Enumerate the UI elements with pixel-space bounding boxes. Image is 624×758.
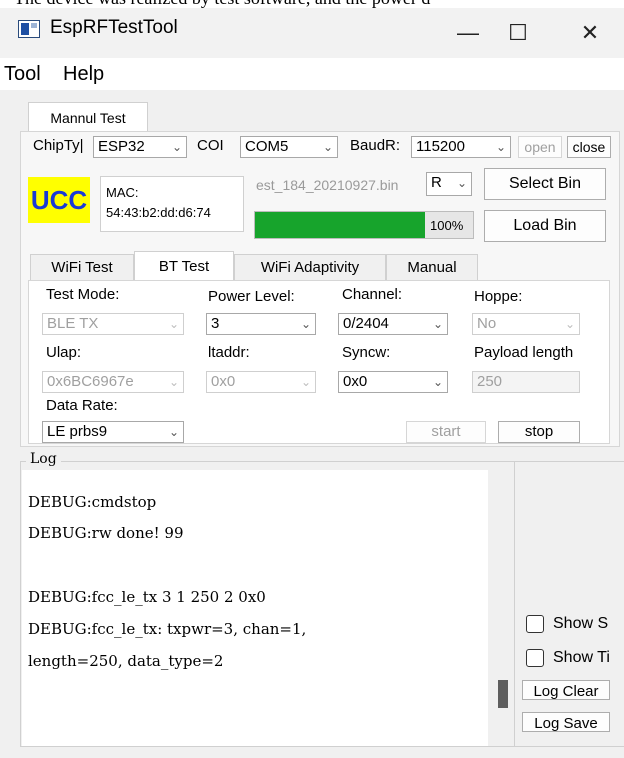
channel-label: Channel: xyxy=(342,286,403,303)
chevron-down-icon: ⌄ xyxy=(456,176,467,190)
hoppe-label: Hoppe: xyxy=(474,288,523,305)
syncw-label: Syncw: xyxy=(342,344,391,361)
test-mode-select[interactable]: BLE TX ⌄ xyxy=(42,313,184,335)
power-level-label: Power Level: xyxy=(208,288,295,305)
log-scrollbar-thumb[interactable] xyxy=(498,680,508,708)
show-ti-checkbox[interactable] xyxy=(526,649,544,667)
log-line: DEBUG:cmdstop xyxy=(28,493,157,511)
chevron-down-icon: ⌄ xyxy=(300,375,311,389)
hoppe-select[interactable]: No ⌄ xyxy=(472,313,580,335)
tab-wifi-adaptivity[interactable]: WiFi Adaptivity xyxy=(234,254,386,280)
ltaddr-select[interactable]: 0x0 ⌄ xyxy=(206,371,316,393)
progress-text: 100% xyxy=(430,218,464,233)
close-window-button[interactable]: ✕ xyxy=(556,8,624,58)
ulap-label: Ulap: xyxy=(46,344,82,361)
bin-mode-select[interactable]: R ⌄ xyxy=(426,172,472,196)
test-mode-label: Test Mode: xyxy=(46,286,120,303)
payload-length-input[interactable]: 250 xyxy=(472,371,580,393)
start-button[interactable]: start xyxy=(406,421,486,443)
com-port-select[interactable]: COM5 ⌄ xyxy=(240,136,338,158)
menu-help[interactable]: Help xyxy=(63,63,104,86)
log-save-button[interactable]: Log Save xyxy=(522,712,610,732)
select-bin-button[interactable]: Select Bin xyxy=(484,168,606,200)
show-s-checkbox[interactable] xyxy=(526,615,544,633)
tab-wifi-test[interactable]: WiFi Test xyxy=(30,254,134,280)
channel-select[interactable]: 0/2404 ⌄ xyxy=(338,313,448,335)
log-divider xyxy=(514,462,515,746)
mac-label: MAC: xyxy=(106,185,139,200)
ucc-logo: UCC xyxy=(28,177,90,223)
top-caption: The device was realized by test software… xyxy=(0,0,624,8)
com-label: COI xyxy=(197,137,224,154)
chevron-down-icon: ⌄ xyxy=(171,140,182,154)
log-text-area[interactable] xyxy=(22,470,488,746)
baud-rate-select[interactable]: 115200 ⌄ xyxy=(411,136,511,158)
data-rate-label: Data Rate: xyxy=(46,397,118,414)
menu-tool[interactable]: Tool xyxy=(4,63,41,86)
ltaddr-label: ltaddr: xyxy=(208,344,250,361)
log-line: DEBUG:fcc_le_tx: txpwr=3, chan=1, xyxy=(28,620,307,638)
load-bin-button[interactable]: Load Bin xyxy=(484,210,606,242)
chevron-down-icon: ⌄ xyxy=(168,375,179,389)
baud-rate-label: BaudR: xyxy=(350,137,401,154)
bt-test-pane xyxy=(28,280,610,444)
bin-file-path: est_184_20210927.bin xyxy=(256,177,399,193)
chevron-down-icon: ⌄ xyxy=(168,425,179,439)
chevron-down-icon: ⌄ xyxy=(322,140,333,154)
chevron-down-icon: ⌄ xyxy=(168,317,179,331)
log-line: DEBUG:rw done! 99 xyxy=(28,524,184,542)
log-title: Log xyxy=(26,451,61,467)
chevron-down-icon: ⌄ xyxy=(564,317,575,331)
tab-manual[interactable]: Manual xyxy=(386,254,478,280)
app-icon xyxy=(18,20,40,38)
chevron-down-icon: ⌄ xyxy=(495,140,506,154)
progress-fill xyxy=(255,212,426,238)
data-rate-select[interactable]: LE prbs9 ⌄ xyxy=(42,421,184,443)
open-button[interactable]: open xyxy=(518,136,562,158)
tab-mannul-test[interactable]: Mannul Test xyxy=(28,102,148,132)
close-port-button[interactable]: close xyxy=(567,136,611,158)
power-level-select[interactable]: 3 ⌄ xyxy=(206,313,316,335)
stop-button[interactable]: stop xyxy=(498,421,580,443)
chip-type-label: ChipTy| xyxy=(33,137,84,154)
tab-bt-test[interactable]: BT Test xyxy=(134,251,234,281)
show-ti-label: Show Ti xyxy=(553,649,610,666)
chevron-down-icon: ⌄ xyxy=(432,375,443,389)
chevron-down-icon: ⌄ xyxy=(300,317,311,331)
show-s-label: Show S xyxy=(553,615,609,632)
log-line: length=250, data_type=2 xyxy=(28,652,224,670)
payload-length-label: Payload length xyxy=(474,344,574,361)
syncw-select[interactable]: 0x0 ⌄ xyxy=(338,371,448,393)
mac-value: 54:43:b2:dd:d6:74 xyxy=(106,205,211,220)
ulap-select[interactable]: 0x6BC6967e ⌄ xyxy=(42,371,184,393)
chevron-down-icon: ⌄ xyxy=(432,317,443,331)
log-line: DEBUG:fcc_le_tx 3 1 250 2 0x0 xyxy=(28,588,266,606)
window-title: EspRFTestTool xyxy=(50,17,178,38)
chip-type-select[interactable]: ESP32 ⌄ xyxy=(93,136,187,158)
log-clear-button[interactable]: Log Clear xyxy=(522,680,610,700)
maximize-button[interactable]: ☐ xyxy=(478,8,558,58)
